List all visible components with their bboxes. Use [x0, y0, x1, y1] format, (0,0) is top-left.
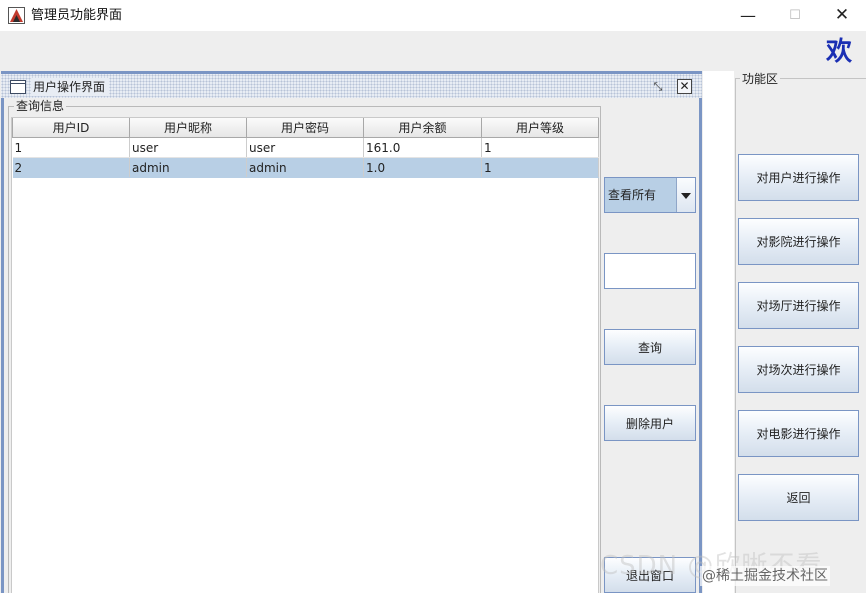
delete-user-button[interactable]: 删除用户: [604, 405, 696, 441]
java-app-icon: [8, 7, 25, 24]
maximize-button[interactable]: ☐: [772, 0, 818, 31]
internal-frame-title: 用户操作界面: [31, 78, 110, 96]
cell-password[interactable]: user: [246, 137, 364, 158]
function-area-legend: 功能区: [740, 72, 781, 86]
manage-movies-button[interactable]: 对电影进行操作: [738, 410, 859, 457]
column-header-user-id[interactable]: 用户ID: [12, 118, 130, 138]
window-icon: [10, 80, 26, 94]
manage-users-button[interactable]: 对用户进行操作: [738, 154, 859, 201]
column-header-level[interactable]: 用户等级: [481, 118, 599, 138]
side-spacer: [703, 71, 734, 593]
cell-user-id[interactable]: 2: [12, 157, 130, 178]
users-table: 用户ID 用户昵称 用户密码 用户余额 用户等级 1 user user 161…: [12, 118, 599, 178]
column-header-balance[interactable]: 用户余额: [363, 118, 482, 138]
manage-showtimes-button[interactable]: 对场次进行操作: [738, 346, 859, 393]
cell-password[interactable]: admin: [246, 157, 364, 178]
restore-icon[interactable]: ⤡: [650, 79, 666, 94]
filter-selected-value: 查看所有: [608, 188, 657, 202]
column-header-password[interactable]: 用户密码: [246, 118, 364, 138]
cell-balance[interactable]: 161.0: [363, 137, 482, 158]
close-button[interactable]: ✕: [819, 0, 865, 31]
cell-level[interactable]: 1: [481, 157, 599, 178]
watermark: @稀土掘金技术社区: [700, 566, 830, 586]
query-button[interactable]: 查询: [604, 329, 696, 365]
column-header-nickname[interactable]: 用户昵称: [129, 118, 247, 138]
table-viewport: [11, 117, 599, 593]
cell-level[interactable]: 1: [481, 137, 599, 158]
search-input[interactable]: [604, 253, 696, 289]
table-row-selected[interactable]: 2 admin admin 1.0 1: [12, 157, 599, 178]
query-info-legend: 查询信息: [14, 99, 67, 113]
welcome-label: 欢: [826, 37, 853, 67]
manage-halls-button[interactable]: 对场厅进行操作: [738, 282, 859, 329]
frame-close-icon[interactable]: ✕: [677, 79, 692, 94]
cell-balance[interactable]: 1.0: [363, 157, 482, 178]
cell-nickname[interactable]: user: [129, 137, 247, 158]
window-title: 管理员功能界面: [31, 8, 123, 23]
manage-cinemas-button[interactable]: 对影院进行操作: [738, 218, 859, 265]
table-row[interactable]: 1 user user 161.0 1: [12, 137, 599, 158]
back-button[interactable]: 返回: [738, 474, 859, 521]
minimize-button[interactable]: —: [725, 0, 771, 31]
table-header-row: 用户ID 用户昵称 用户密码 用户余额 用户等级: [12, 118, 599, 138]
chevron-down-icon[interactable]: [676, 178, 695, 212]
cell-nickname[interactable]: admin: [129, 157, 247, 178]
cell-user-id[interactable]: 1: [12, 137, 130, 158]
